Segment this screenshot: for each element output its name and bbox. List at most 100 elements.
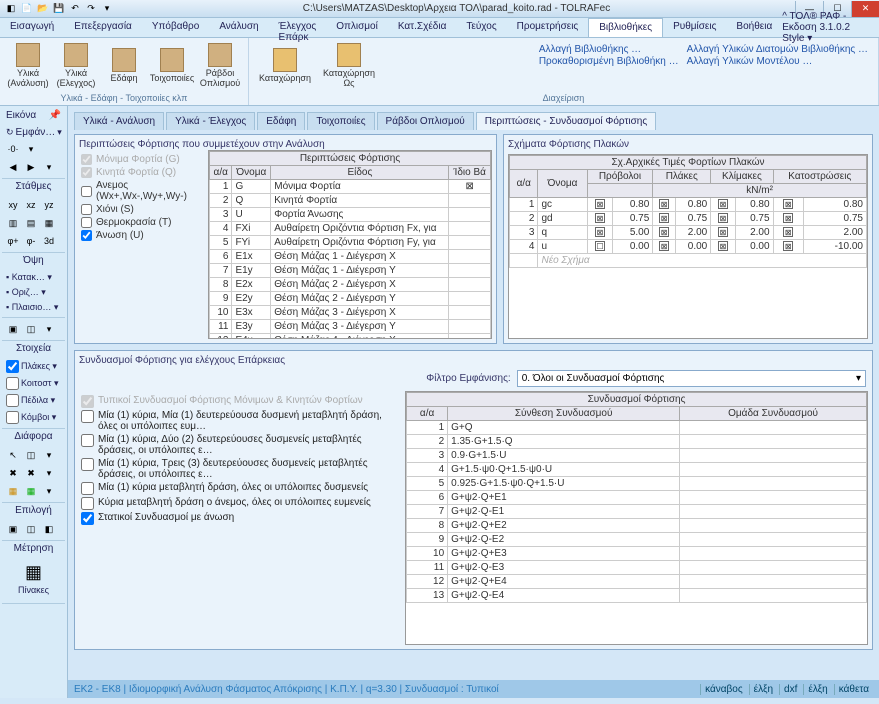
sidebar-item-g5-0[interactable]: Πλάκες ▾ [2, 358, 65, 375]
ribbon-link-0[interactable]: Αλλαγή Βιβλιοθήκης … [539, 44, 679, 55]
table-row[interactable]: 8G+ψ2·Q+E2 [407, 519, 867, 533]
tables-icon[interactable]: ▦ [8, 562, 59, 583]
table-row[interactable]: 30.9·G+1.5·U [407, 449, 867, 463]
table-row[interactable]: 11E3yΘέση Μάζας 3 - Διέγερση Y [210, 320, 491, 334]
sidebar-pin-icon[interactable]: 📌 [49, 110, 61, 121]
sb-sel-1[interactable]: ▣ [5, 522, 21, 536]
ribbon-link-2[interactable]: Αλλαγή Υλικών Διατομών Βιβλιοθήκης … [687, 44, 868, 55]
view-3d[interactable]: 3d [41, 234, 57, 248]
lc-check-5[interactable]: Άνωση (U) [81, 230, 202, 241]
table-row[interactable]: 4FXiΑυθαίρετη Οριζόντια Φόρτιση Fx, για [210, 222, 491, 236]
rot-plus[interactable]: φ+ [5, 234, 21, 248]
axis-ico-1[interactable]: ▥ [5, 216, 21, 230]
subtab-0[interactable]: Υλικά - Ανάλυση [74, 112, 164, 130]
sb-ico-a[interactable]: ▣ [5, 322, 21, 336]
lc-check-2[interactable]: Ανεμος (Wx+,Wx-,Wy+,Wy-) [81, 180, 202, 202]
qat-redo-icon[interactable]: ↷ [84, 2, 98, 16]
table-row[interactable]: 7G+ψ2·Q-E1 [407, 505, 867, 519]
table-row[interactable]: 2QΚινητά Φορτία [210, 194, 491, 208]
qat-open-icon[interactable]: 📂 [36, 2, 50, 16]
combo-check-3[interactable]: Μία (1) κύρια, Τρεις (3) δευτερεύουσες δ… [81, 458, 397, 480]
menu-tab-9[interactable]: Βιβλιοθήκες [588, 18, 663, 37]
status-item-1[interactable]: έλξη [749, 684, 777, 695]
loadcases-table[interactable]: Περιπτώσεις Φόρτισης α/αΌνομαΕίδοςΊδιο Β… [209, 151, 491, 339]
sidebar-item-g5-1[interactable]: Κοιτοστ ▾ [2, 375, 65, 392]
table-row[interactable]: 4u☐0.00⊠0.00⊠0.00⊠-10.00 [510, 240, 867, 254]
sb-tool-2[interactable]: ◫ [23, 448, 39, 462]
table-row[interactable]: 6E1xΘέση Μάζας 1 - Διέγερση X [210, 250, 491, 264]
table-row[interactable]: 7E1yΘέση Μάζας 1 - Διέγερση Y [210, 264, 491, 278]
table-row[interactable]: 13G+ψ2·Q-E4 [407, 589, 867, 603]
table-row[interactable]: 5FYiΑυθαίρετη Οριζόντια Φόρτιση Fy, για [210, 236, 491, 250]
table-row[interactable]: 11G+ψ2·Q-E3 [407, 561, 867, 575]
ribbon-btn-g1-0[interactable]: Υλικά (Ανάλυση) [6, 40, 50, 92]
filter-dropdown[interactable]: 0. Όλοι οι Συνδυασμοί Φόρτισης ▾ [517, 370, 866, 387]
subtab-2[interactable]: Εδάφη [257, 112, 305, 130]
table-row[interactable]: 9E2yΘέση Μάζας 2 - Διέγερση Y [210, 292, 491, 306]
sb-sel-3[interactable]: ◧ [41, 522, 57, 536]
qat-save-icon[interactable]: 💾 [52, 2, 66, 16]
table-row[interactable]: 9G+ψ2·Q-E2 [407, 533, 867, 547]
combo-check-2[interactable]: Μία (1) κύρια, Δύο (2) δευτερεύουσες δυσ… [81, 434, 397, 456]
table-row[interactable]: 1G+Q [407, 421, 867, 435]
subtab-3[interactable]: Τοιχοποιίες [307, 112, 374, 130]
table-row[interactable]: 6G+ψ2·Q+E1 [407, 491, 867, 505]
ribbon-btn-g2-1[interactable]: Καταχώρηση Ως [319, 40, 379, 92]
menu-tab-0[interactable]: Εισαγωγή [0, 18, 64, 37]
status-item-0[interactable]: κάναβος [700, 684, 747, 695]
table-row[interactable]: 8E2xΘέση Μάζας 2 - Διέγερση X [210, 278, 491, 292]
menu-tab-7[interactable]: Τεύχος [456, 18, 506, 37]
lc-check-3[interactable]: Χιόνι (S) [81, 204, 202, 215]
sb-tool-8[interactable]: ▦ [23, 484, 39, 498]
sb-ico-c[interactable]: ▾ [41, 322, 57, 336]
table-row[interactable]: 10E3xΘέση Μάζας 3 - Διέγερση X [210, 306, 491, 320]
ribbon-btn-g1-1[interactable]: Υλικά (Ελεγχος) [54, 40, 98, 92]
ribbon-btn-g1-3[interactable]: Τοιχοποιίες [150, 40, 194, 92]
combo-check-4[interactable]: Μία (1) κύρια μεταβλητή δράση, όλες οι υ… [81, 482, 397, 495]
sb-tool-1[interactable]: ↖ [5, 448, 21, 462]
menu-tab-6[interactable]: Κατ.Σχέδια [388, 18, 457, 37]
axis-xy[interactable]: xy [5, 198, 21, 212]
menu-tab-4[interactable]: Έλεγχος Επάρκ [269, 18, 327, 37]
rot-minus[interactable]: φ- [23, 234, 39, 248]
qat-undo-icon[interactable]: ↶ [68, 2, 82, 16]
combo-check-6[interactable]: Στατικοί Συνδυασμοί με άνωση [81, 512, 397, 525]
sb-tool-3[interactable]: ▾ [41, 448, 57, 462]
ribbon-btn-g2-0[interactable]: Καταχώρηση [255, 40, 315, 92]
sb-left-icon[interactable]: ◀ [5, 160, 21, 174]
status-item-3[interactable]: έλξη [803, 684, 831, 695]
combo-check-1[interactable]: Μία (1) κύρια, Μία (1) δευτερεύουσα δυσμ… [81, 410, 397, 432]
sidebar-item-g5-2[interactable]: Πέδιλα ▾ [2, 392, 65, 409]
menu-tab-11[interactable]: Βοήθεια [726, 18, 782, 37]
subtab-5[interactable]: Περιπτώσεις - Συνδυασμοί Φόρτισης [476, 112, 656, 130]
sb-tool-5[interactable]: ✖ [23, 466, 39, 480]
qat-new-icon[interactable]: 📄 [20, 2, 34, 16]
sidebar-pinakes[interactable]: Πίνακες [8, 583, 59, 597]
table-row[interactable]: 3q⊠5.00⊠2.00⊠2.00⊠2.00 [510, 226, 867, 240]
sb-tool-9[interactable]: ▾ [41, 484, 57, 498]
sidebar-item-g4-0[interactable]: ▪ Κατακ… ▾ [2, 270, 65, 285]
table-row[interactable]: 12G+ψ2·Q+E4 [407, 575, 867, 589]
axis-ico-3[interactable]: ▦ [41, 216, 57, 230]
axis-xz[interactable]: xz [23, 198, 39, 212]
menu-tab-5[interactable]: Οπλισμοί [326, 18, 388, 37]
subtab-4[interactable]: Ράβδοι Οπλισμού [377, 112, 474, 130]
combo-check-5[interactable]: Κύρια μεταβλητή δράση ο άνεμος, όλες οι … [81, 497, 397, 510]
qat-dropdown-icon[interactable]: ▾ [100, 2, 114, 16]
table-row[interactable]: 21.35·G+1.5·Q [407, 435, 867, 449]
sb-tool-7[interactable]: ▦ [5, 484, 21, 498]
lc-check-4[interactable]: Θερμοκρασία (T) [81, 217, 202, 228]
status-item-2[interactable]: dxf [779, 684, 801, 695]
ribbon-btn-g1-2[interactable]: Εδάφη [102, 40, 146, 92]
menu-tab-2[interactable]: Υπόβαθρο [142, 18, 209, 37]
subtab-1[interactable]: Υλικά - Έλεγχος [166, 112, 255, 130]
table-row[interactable]: 1gc⊠0.80⊠0.80⊠0.80⊠0.80 [510, 198, 867, 212]
sb-right-icon[interactable]: ▶ [23, 160, 39, 174]
sidebar-item-g5-3[interactable]: Κόμβοι ▾ [2, 409, 65, 426]
menu-tab-8[interactable]: Προμετρήσεις [507, 18, 589, 37]
table-row[interactable]: 3UΦορτία Άνωσης [210, 208, 491, 222]
slab-loads-table[interactable]: Σχ.Αρχικές Τιμές Φορτίων Πλακών α/αΌνομα… [509, 155, 867, 268]
sb-tool-4[interactable]: ✖ [5, 466, 21, 480]
ribbon-btn-g1-4[interactable]: Ράβδοι Οπλισμού [198, 40, 242, 92]
sb-tool-6[interactable]: ▾ [41, 466, 57, 480]
